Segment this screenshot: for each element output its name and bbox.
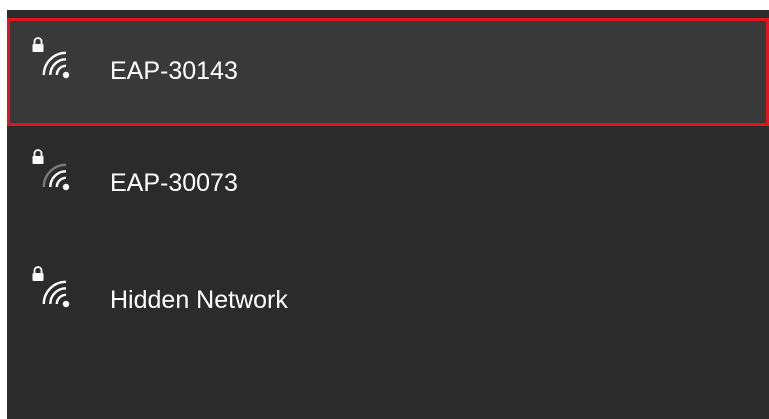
wifi-secured-icon xyxy=(32,266,70,308)
network-item-eap-30073[interactable]: EAP-30073 xyxy=(7,130,769,238)
network-name: EAP-30143 xyxy=(110,57,238,85)
network-item-eap-30143[interactable]: EAP-30143 xyxy=(7,18,769,126)
network-name: Hidden Network xyxy=(110,286,288,314)
network-item-hidden-network[interactable]: Hidden Network xyxy=(7,247,769,355)
wifi-network-list: EAP-30143 EAP-30073 Hidden Network xyxy=(7,10,769,419)
wifi-secured-icon xyxy=(32,37,70,79)
network-name: EAP-30073 xyxy=(110,169,238,197)
wifi-secured-weak-icon xyxy=(32,149,70,191)
